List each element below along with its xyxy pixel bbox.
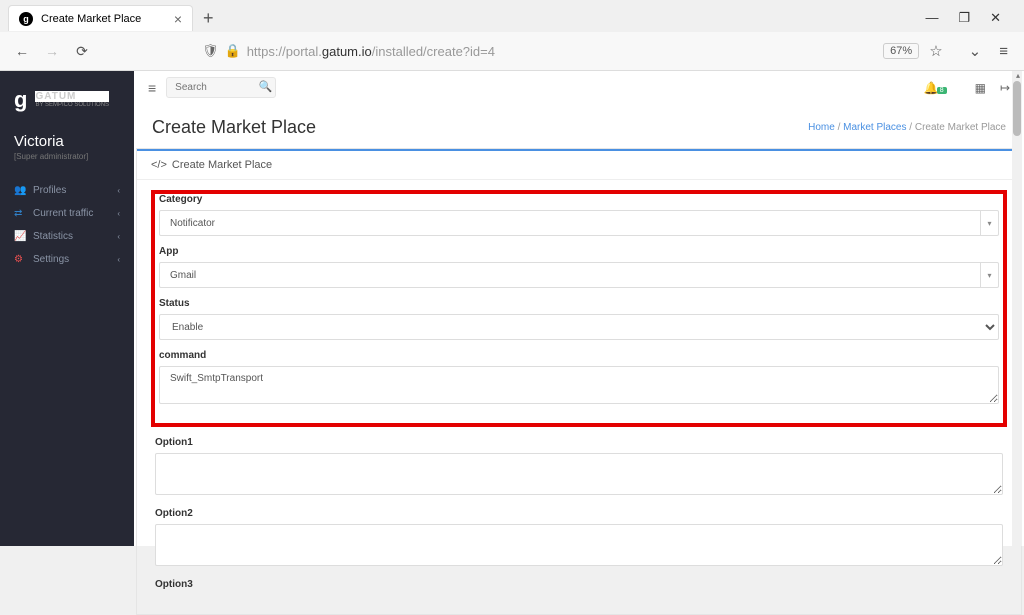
- highlighted-form-section: Category Notificator ▾ App Gmail ▾: [151, 190, 1007, 427]
- tab-bar: g Create Market Place × + — ❐ ✕: [0, 0, 1024, 32]
- sidebar-item-statistics[interactable]: 📈 Statistics ‹: [0, 225, 134, 248]
- tab-title: Create Market Place: [41, 13, 141, 25]
- status-label: Status: [159, 298, 999, 309]
- zoom-badge[interactable]: 67%: [883, 43, 919, 59]
- app: g GATUM BY SEMPICO SOLUTIONS Victoria [S…: [0, 71, 1024, 546]
- sidebar: g GATUM BY SEMPICO SOLUTIONS Victoria [S…: [0, 71, 134, 546]
- scrollbar-track[interactable]: ▴: [1012, 71, 1022, 546]
- dropdown-arrow-icon: ▾: [980, 263, 998, 287]
- sidebar-item-label: Statistics: [33, 231, 73, 242]
- brand-name: GATUM: [35, 91, 109, 102]
- sidebar-toggle-icon[interactable]: ≡: [148, 80, 156, 96]
- nav-bar: ← → ⟳ 🛡 🔒 https://portal.gatum.io/instal…: [0, 32, 1024, 70]
- status-select[interactable]: Enable: [159, 314, 999, 340]
- option2-label: Option2: [155, 508, 1003, 519]
- app-select[interactable]: Gmail ▾: [159, 262, 999, 288]
- window-controls: — ❐ ✕: [925, 10, 1016, 26]
- traffic-icon: ⇄: [14, 208, 26, 219]
- back-button[interactable]: ←: [12, 43, 32, 59]
- topbar: ≡ 🔍 🔔8 ▦ ↦: [134, 71, 1024, 105]
- url-text: https://portal.gatum.io/installed/create…: [247, 44, 877, 59]
- logout-icon[interactable]: ↦: [1000, 81, 1010, 95]
- close-tab-icon[interactable]: ×: [174, 11, 182, 27]
- brand-sub: BY SEMPICO SOLUTIONS: [35, 102, 109, 109]
- profiles-icon: 👥: [14, 185, 26, 196]
- app-value: Gmail: [160, 270, 980, 281]
- breadcrumb-home[interactable]: Home: [808, 122, 835, 133]
- sidebar-item-traffic[interactable]: ⇄ Current traffic ‹: [0, 202, 134, 225]
- dropdown-arrow-icon: ▾: [980, 211, 998, 235]
- chevron-left-icon: ‹: [117, 232, 120, 241]
- option2-textarea[interactable]: [155, 524, 1003, 566]
- browser-tab[interactable]: g Create Market Place ×: [8, 5, 193, 31]
- settings-icon: ⚙: [14, 254, 26, 265]
- breadcrumb-market[interactable]: Market Places: [843, 122, 906, 133]
- category-label: Category: [159, 194, 999, 205]
- notification-icon[interactable]: 🔔8: [924, 81, 947, 95]
- page-title: Create Market Place: [152, 117, 316, 138]
- sidebar-item-settings[interactable]: ⚙ Settings ‹: [0, 248, 134, 271]
- sidebar-item-label: Current traffic: [33, 208, 93, 219]
- chevron-left-icon: ‹: [117, 255, 120, 264]
- category-value: Notificator: [160, 218, 980, 229]
- panel-body: Category Notificator ▾ App Gmail ▾: [137, 180, 1021, 614]
- lock-icon[interactable]: 🔒: [225, 43, 241, 59]
- sidebar-role: [Super administrator]: [0, 152, 134, 179]
- chevron-left-icon: ‹: [117, 209, 120, 218]
- option3-label: Option3: [155, 579, 1003, 590]
- brand: g GATUM BY SEMPICO SOLUTIONS: [0, 83, 134, 123]
- url-bar[interactable]: 🛡 🔒 https://portal.gatum.io/installed/cr…: [202, 42, 947, 60]
- close-window-button[interactable]: ✕: [990, 10, 1001, 26]
- sidebar-username: Victoria: [0, 123, 134, 152]
- breadcrumb-current: Create Market Place: [915, 122, 1006, 133]
- app-label: App: [159, 246, 999, 257]
- sidebar-item-label: Profiles: [33, 185, 66, 196]
- logo-icon: g: [14, 87, 27, 113]
- page-header: Create Market Place Home / Market Places…: [134, 105, 1024, 148]
- option1-label: Option1: [155, 437, 1003, 448]
- category-select[interactable]: Notificator ▾: [159, 210, 999, 236]
- panel-title: Create Market Place: [172, 159, 272, 171]
- command-label: command: [159, 350, 999, 361]
- shield-icon[interactable]: 🛡: [202, 43, 219, 59]
- main-content: ≡ 🔍 🔔8 ▦ ↦ Create Market Place Home / Ma…: [134, 71, 1024, 546]
- sidebar-item-label: Settings: [33, 254, 69, 265]
- menu-icon[interactable]: ≡: [995, 43, 1012, 60]
- minimize-button[interactable]: —: [925, 10, 938, 26]
- chevron-left-icon: ‹: [117, 186, 120, 195]
- breadcrumb: Home / Market Places / Create Market Pla…: [808, 122, 1006, 133]
- new-tab-button[interactable]: +: [203, 8, 214, 29]
- option1-textarea[interactable]: [155, 453, 1003, 495]
- search-icon[interactable]: 🔍: [258, 80, 272, 93]
- scroll-up-icon[interactable]: ▴: [1016, 71, 1020, 80]
- forward-button[interactable]: →: [42, 43, 62, 59]
- code-icon: </>: [151, 159, 167, 171]
- maximize-button[interactable]: ❐: [958, 10, 970, 26]
- stats-icon: 📈: [14, 231, 26, 242]
- favicon: g: [19, 12, 33, 26]
- reload-button[interactable]: ⟳: [72, 43, 92, 60]
- sidebar-item-profiles[interactable]: 👥 Profiles ‹: [0, 179, 134, 202]
- bookmark-icon[interactable]: ☆: [925, 42, 946, 60]
- panel-header: </> Create Market Place: [137, 149, 1021, 180]
- pocket-icon[interactable]: ⌄: [965, 42, 986, 60]
- command-textarea[interactable]: Swift_SmtpTransport: [159, 366, 999, 404]
- scrollbar-thumb[interactable]: [1013, 81, 1021, 136]
- grid-icon[interactable]: ▦: [975, 81, 986, 95]
- browser-chrome: g Create Market Place × + — ❐ ✕ ← → ⟳ 🛡 …: [0, 0, 1024, 71]
